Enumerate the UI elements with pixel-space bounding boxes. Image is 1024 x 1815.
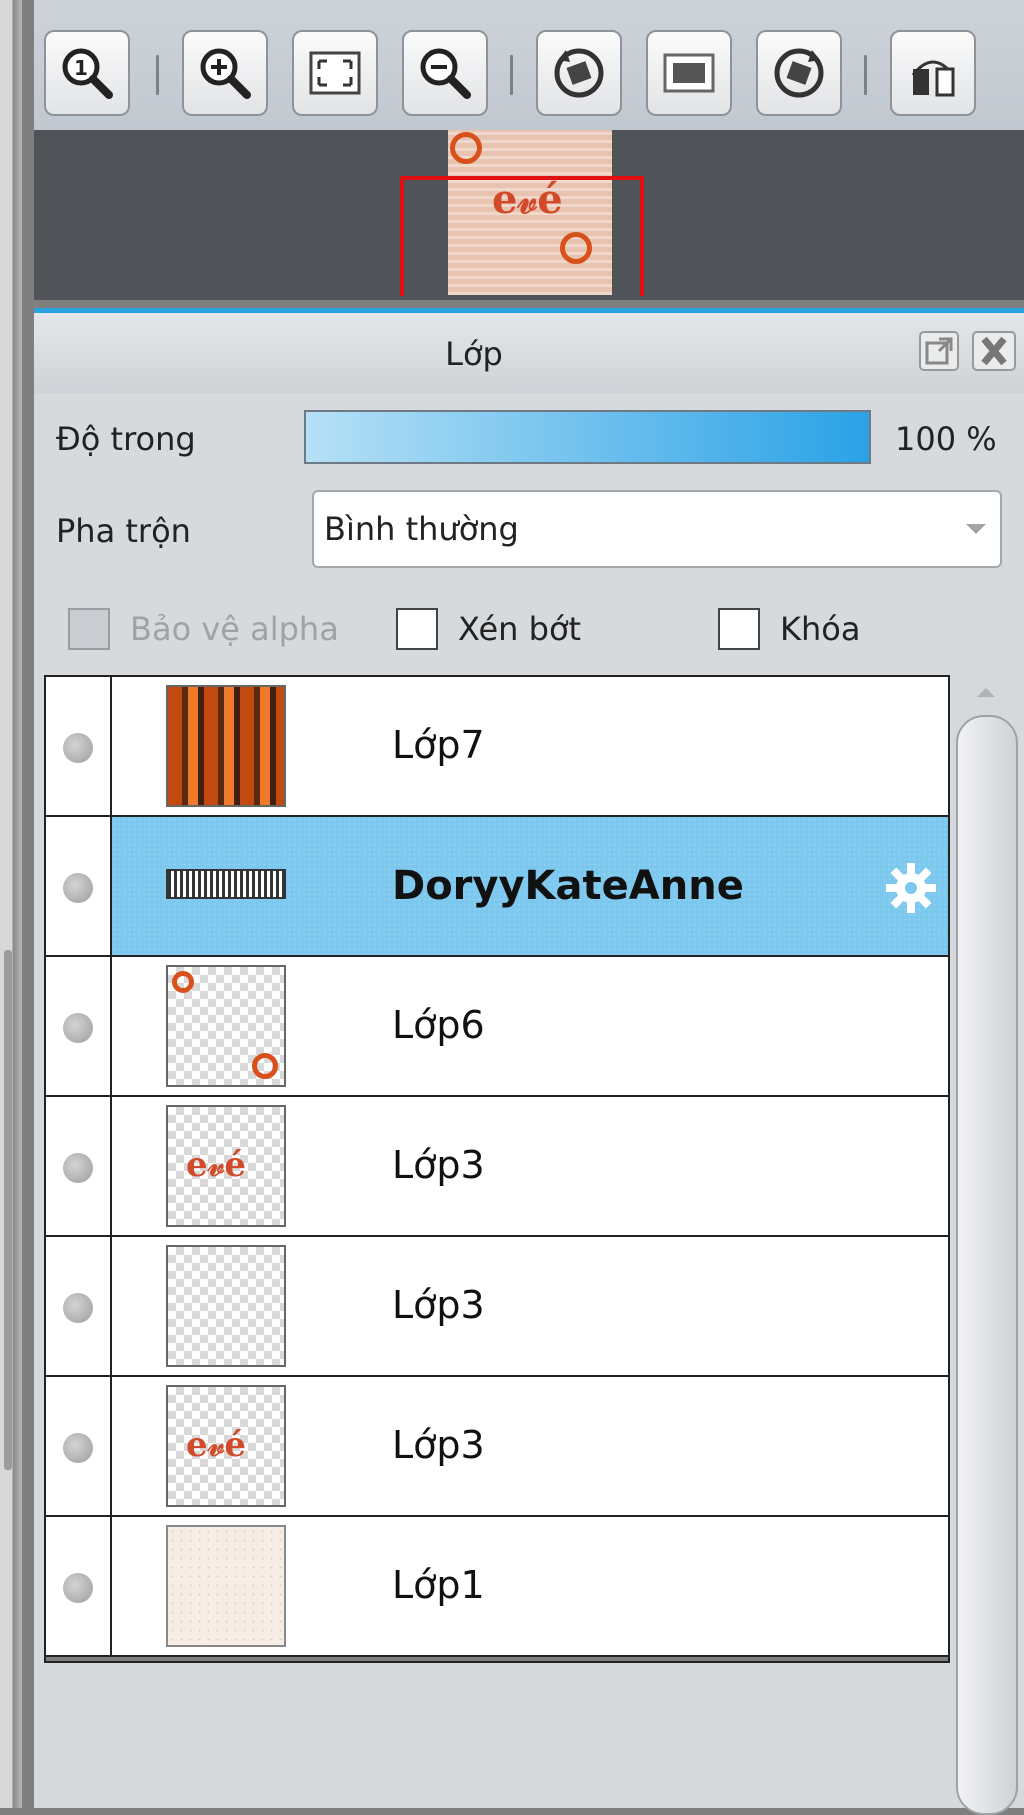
layer-thumbnail	[166, 869, 286, 899]
layer-thumbnail: e𝓋é	[166, 1385, 286, 1507]
flip-horizontal-button[interactable]	[890, 30, 976, 116]
fit-frame-icon	[309, 51, 361, 95]
magnifier-1-icon: 1	[62, 48, 113, 99]
visibility-dot-icon	[63, 873, 93, 903]
float-panel-button[interactable]	[919, 331, 959, 371]
scroll-up-arrow-icon[interactable]	[977, 688, 995, 697]
visibility-dot-icon	[63, 1433, 93, 1463]
layer-thumbnail	[166, 1525, 286, 1647]
layer-name: Lớp3	[392, 1143, 485, 1187]
layer-thumbnail	[166, 685, 286, 807]
lock-label: Khóa	[780, 610, 861, 648]
clipping-label: Xén bớt	[458, 610, 582, 648]
protect-alpha-label: Bảo vệ alpha	[130, 610, 339, 648]
layer-thumbnail: e𝓋é	[166, 1105, 286, 1227]
scrollbar-thumb[interactable]	[956, 715, 1018, 1815]
toolbar-separator	[864, 55, 867, 95]
layer-row[interactable]: e𝓋é Lớp3	[46, 1377, 948, 1517]
layer-row[interactable]: Lớp1	[46, 1517, 948, 1657]
frame-icon	[663, 53, 715, 93]
layers-panel-header: Lớp	[34, 313, 1024, 393]
visibility-dot-icon	[63, 1153, 93, 1183]
close-icon	[981, 336, 1007, 366]
layer-list[interactable]: Lớp7 DoryyKateAnne Lớp6 e𝓋é Lớp3 Lớp3 e𝓋…	[44, 675, 950, 1663]
toolbar-separator	[156, 55, 159, 95]
rotate-right-button[interactable]	[756, 30, 842, 116]
visibility-dot-icon	[63, 733, 93, 763]
panel-title: Lớp	[445, 335, 503, 373]
reset-view-button[interactable]	[646, 30, 732, 116]
svg-text:1: 1	[74, 56, 88, 80]
visibility-toggle[interactable]	[46, 817, 112, 955]
clipping-checkbox[interactable]	[396, 608, 438, 650]
layer-row[interactable]: Lớp3	[46, 1237, 948, 1377]
close-panel-button[interactable]	[972, 331, 1016, 371]
layer-row-selected[interactable]: DoryyKateAnne	[46, 817, 948, 957]
zoom-out-button[interactable]	[402, 30, 488, 116]
layer-name: Lớp3	[392, 1283, 485, 1327]
visibility-dot-icon	[63, 1013, 93, 1043]
layer-row[interactable]: e𝓋é Lớp3	[46, 1097, 948, 1237]
layer-thumbnail	[166, 1245, 286, 1367]
layer-name: DoryyKateAnne	[392, 863, 744, 909]
toolbar-separator	[510, 55, 513, 95]
protect-alpha-checkbox[interactable]	[68, 608, 110, 650]
layer-name: Lớp3	[392, 1423, 485, 1467]
opacity-value: 100 %	[895, 420, 997, 458]
visibility-toggle[interactable]	[46, 1377, 112, 1515]
rotate-left-button[interactable]	[536, 30, 622, 116]
zoom-in-button[interactable]	[182, 30, 268, 116]
rotate-cw-icon	[774, 48, 824, 98]
chevron-down-icon	[966, 524, 986, 534]
zoom-actual-size-button[interactable]: 1	[44, 30, 130, 116]
visibility-dot-icon	[63, 1293, 93, 1323]
gear-icon[interactable]	[884, 861, 938, 915]
lock-checkbox[interactable]	[718, 608, 760, 650]
visibility-toggle[interactable]	[46, 1517, 112, 1655]
layer-thumbnail	[166, 965, 286, 1087]
canvas-edge	[0, 0, 22, 1808]
blend-mode-value: Bình thường	[324, 510, 519, 548]
visibility-toggle[interactable]	[46, 1097, 112, 1235]
magnifier-plus-icon	[200, 48, 251, 99]
visibility-toggle[interactable]	[46, 957, 112, 1095]
opacity-slider[interactable]	[304, 410, 871, 464]
blend-mode-label: Pha trộn	[56, 512, 191, 550]
visibility-toggle[interactable]	[46, 1237, 112, 1375]
navigator-view-frame[interactable]	[400, 176, 644, 296]
flip-icon	[911, 60, 955, 97]
visibility-dot-icon	[63, 1573, 93, 1603]
layer-name: Lớp7	[392, 723, 485, 767]
visibility-toggle[interactable]	[46, 677, 112, 815]
rotate-ccw-icon	[554, 48, 604, 98]
layer-row[interactable]: Lớp6	[46, 957, 948, 1097]
layer-row[interactable]: Lớp7	[46, 677, 948, 817]
fit-to-window-button[interactable]	[292, 30, 378, 116]
layer-name: Lớp1	[392, 1563, 485, 1607]
opacity-label: Độ trong	[56, 420, 196, 458]
pop-out-icon	[925, 337, 953, 365]
blend-mode-select[interactable]: Bình thường	[312, 490, 1002, 568]
magnifier-minus-icon	[420, 48, 471, 99]
layer-name: Lớp6	[392, 1003, 485, 1047]
